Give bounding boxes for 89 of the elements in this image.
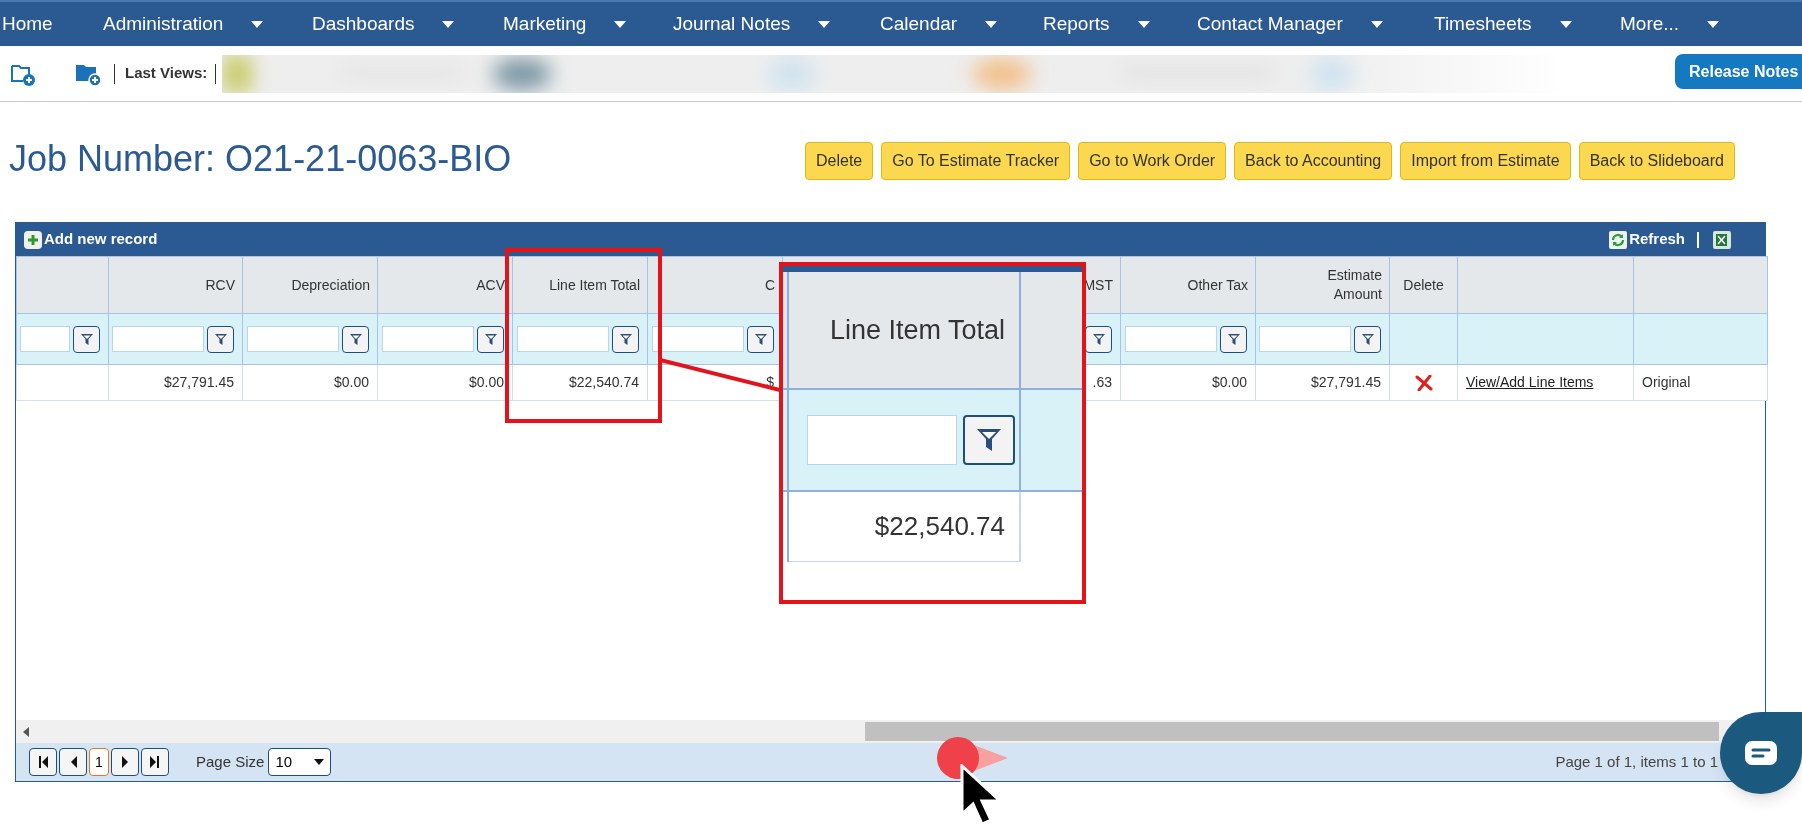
refresh-icon [1609, 230, 1628, 249]
pager-info: Page 1 of 1, items 1 to 1 [1555, 751, 1718, 772]
action-button[interactable]: Delete [805, 142, 874, 180]
column-header: Other Tax [1187, 275, 1248, 295]
filter-input[interactable] [807, 415, 957, 465]
table-cell: $0.00 [1211, 374, 1247, 390]
nav-item[interactable]: Contact Manager [1195, 9, 1432, 39]
table-cell: $22,540.74 [789, 492, 1021, 562]
table-cell: $0.00 [333, 374, 369, 390]
action-button[interactable]: Import from Estimate [1400, 142, 1571, 180]
column-header: ACV [476, 275, 505, 295]
filter-input[interactable] [1125, 326, 1217, 352]
filter-input[interactable] [112, 326, 204, 352]
table-cell: .63 [1092, 374, 1112, 390]
filter-button[interactable] [342, 325, 369, 353]
last-views-label: Last Views: [125, 63, 208, 84]
filter-input[interactable] [652, 326, 744, 352]
column-header: Depreciation [291, 275, 370, 295]
nav-item[interactable]: Reports [1041, 9, 1195, 39]
filter-button[interactable] [1220, 325, 1247, 353]
nav-item[interactable]: Administration [101, 9, 310, 39]
last-page-icon [150, 756, 160, 768]
previous-icon [69, 756, 77, 768]
column-header: Delete [1403, 275, 1444, 295]
release-notes-button[interactable]: Release Notes [1675, 54, 1802, 89]
filter-icon [1227, 333, 1240, 345]
page-title: Job Number: O21-21-0063-BIO [9, 137, 512, 181]
filter-button[interactable] [1085, 325, 1112, 353]
filter-button[interactable] [1354, 325, 1381, 353]
action-button[interactable]: Go To Estimate Tracker [881, 142, 1071, 180]
page-size-label: Page Size [196, 751, 265, 772]
filter-icon [1361, 333, 1374, 345]
next-icon [121, 756, 129, 768]
filter-button[interactable] [477, 325, 504, 353]
table-cell: $22,540.74 [568, 374, 639, 390]
scrollbar-thumb[interactable] [865, 722, 1719, 741]
column-header: RCV [205, 275, 235, 295]
chat-button[interactable] [1720, 712, 1802, 794]
table-cell: Original [1642, 374, 1691, 390]
scroll-left-icon[interactable] [22, 726, 30, 737]
column-header: Estimate Amount [1326, 265, 1382, 304]
first-page-icon [38, 756, 48, 768]
filter-icon [214, 333, 227, 345]
last-page-button[interactable] [141, 748, 169, 776]
first-page-button[interactable] [29, 748, 57, 776]
add-record-button[interactable]: Add new record [24, 228, 158, 251]
click-indicator-overlay [936, 736, 1008, 780]
filter-input[interactable] [247, 326, 339, 352]
spreadsheet-icon[interactable] [1713, 230, 1731, 249]
page-number-button[interactable]: 1 [89, 748, 109, 776]
filter-icon [484, 333, 497, 345]
refresh-button[interactable]: Refresh [1609, 228, 1685, 251]
table-cell: $0.00 [468, 374, 504, 390]
filter-button[interactable] [73, 325, 100, 353]
chat-icon [1745, 741, 1777, 765]
delete-icon[interactable] [1414, 375, 1433, 392]
action-button[interactable]: Back to Accounting [1234, 142, 1393, 180]
nav-item[interactable]: More... [1618, 9, 1768, 39]
caret-icon [314, 759, 325, 765]
previous-page-button[interactable] [59, 748, 87, 776]
table-cell: $27,791.45 [163, 374, 234, 390]
plus-icon [27, 233, 39, 246]
action-button[interactable]: Back to Slideboard [1578, 142, 1735, 180]
nav-item[interactable]: Marketing [501, 9, 671, 39]
next-page-button[interactable] [111, 748, 139, 776]
filter-input[interactable] [20, 326, 70, 352]
column-header: Line Item Total [549, 275, 640, 295]
table-cell: $27,791.45 [1310, 374, 1381, 390]
filter-icon [349, 333, 362, 345]
filter-icon [977, 429, 1001, 451]
filter-icon [619, 333, 632, 345]
filter-button[interactable] [207, 325, 234, 353]
filter-input[interactable] [517, 326, 609, 352]
filter-button[interactable] [963, 415, 1015, 465]
nav-item[interactable]: Home [0, 9, 101, 39]
filter-icon [754, 333, 767, 345]
column-header: C [764, 275, 775, 295]
page-size-dropdown[interactable]: 10 [268, 748, 332, 776]
filter-input[interactable] [382, 326, 474, 352]
nav-item[interactable]: Calendar [878, 9, 1041, 39]
nav-item[interactable]: Dashboards [310, 9, 501, 39]
filter-icon [1092, 333, 1105, 345]
filter-icon [80, 333, 93, 345]
filter-button[interactable] [747, 325, 774, 353]
nav-item[interactable]: Timesheets [1432, 9, 1618, 39]
filter-button[interactable] [612, 325, 639, 353]
action-button[interactable]: Go to Work Order [1078, 142, 1227, 180]
filter-input[interactable] [1259, 326, 1351, 352]
nav-item[interactable]: Journal Notes [671, 9, 878, 39]
